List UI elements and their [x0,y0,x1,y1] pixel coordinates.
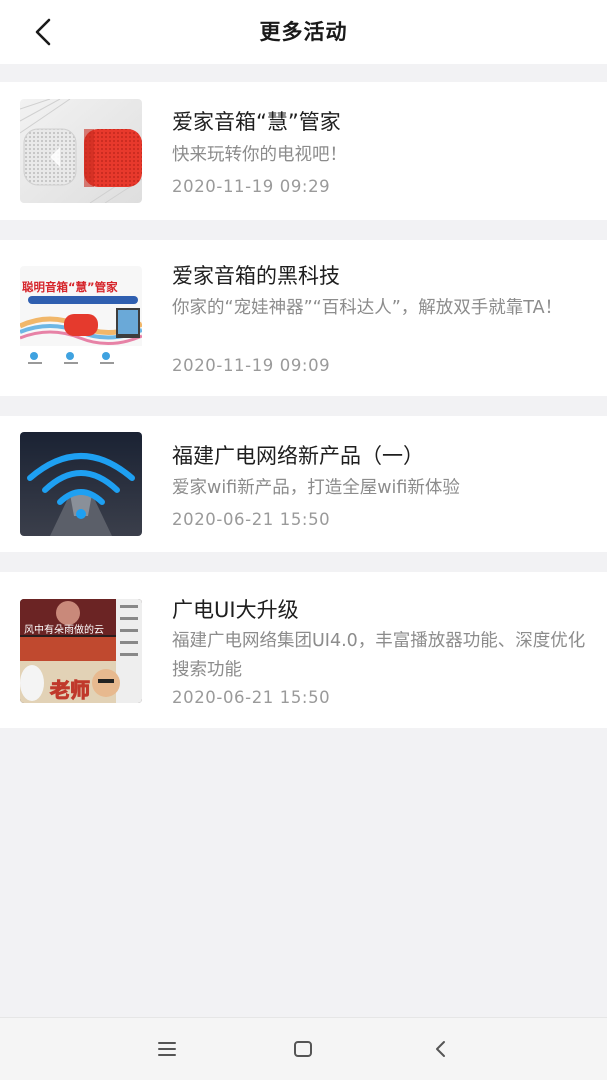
system-back-button[interactable] [424,1032,458,1066]
activity-thumbnail-3 [20,432,142,536]
activity-date: 2020-11-19 09:09 [172,356,331,375]
thumbnail-caption: 聪明音箱“慧”管家 [22,280,118,294]
activity-thumbnail-2: 聪明音箱“慧”管家 [20,266,142,370]
activity-description: 福建广电网络集团UI4.0，丰富播放器功能、深度优化搜索功能 [172,631,586,680]
thumbnail-caption: 老师 [50,678,90,702]
back-button[interactable] [22,14,66,50]
activity-date: 2020-11-19 09:29 [172,177,331,196]
activity-title: 爱家音箱的黑科技 [172,264,340,288]
system-navigation-bar [0,1017,607,1080]
thumbnail-caption: 风中有朵雨做的云 [24,623,104,636]
activity-description: 爱家wifi新产品，打造全屋wifi新体验 [172,478,460,498]
header-bar: 更多活动 [0,0,607,64]
activity-thumbnail-4: 风中有朵雨做的云 老师 [20,599,142,703]
menu-button[interactable] [150,1032,184,1066]
page-title: 更多活动 [259,20,348,44]
home-square-icon [294,1041,312,1057]
activity-title: 福建广电网络新产品（一） [172,444,424,468]
menu-icon [158,1042,176,1056]
activity-thumbnail-1 [20,99,142,203]
activity-date: 2020-06-21 15:50 [172,688,331,707]
activity-card-3[interactable]: 福建广电网络新产品（一） 爱家wifi新产品，打造全屋wifi新体验 2020-… [0,416,607,552]
activity-title: 广电UI大升级 [172,598,299,622]
activity-title: 爱家音箱“慧”管家 [172,110,341,134]
activity-card-2[interactable]: 聪明音箱“慧”管家 爱家音箱的黑科技 你家的“宠娃神器”“百科达人”，解放双手就… [0,240,607,396]
activity-card-1[interactable]: 爱家音箱“慧”管家 快来玩转你的电视吧！ 2020-11-19 09:29 [0,82,607,220]
chevron-left-icon [35,18,51,46]
activity-description: 快来玩转你的电视吧！ [172,145,347,165]
activity-date: 2020-06-21 15:50 [172,510,331,529]
home-button[interactable] [286,1032,320,1066]
activity-card-4[interactable]: 风中有朵雨做的云 老师 广电UI大升级 福建广电网络集团UI4.0，丰富播放器功… [0,572,607,728]
activity-description: 你家的“宠娃神器”“百科达人”，解放双手就靠TA！ [172,298,563,318]
back-triangle-icon [436,1041,445,1057]
